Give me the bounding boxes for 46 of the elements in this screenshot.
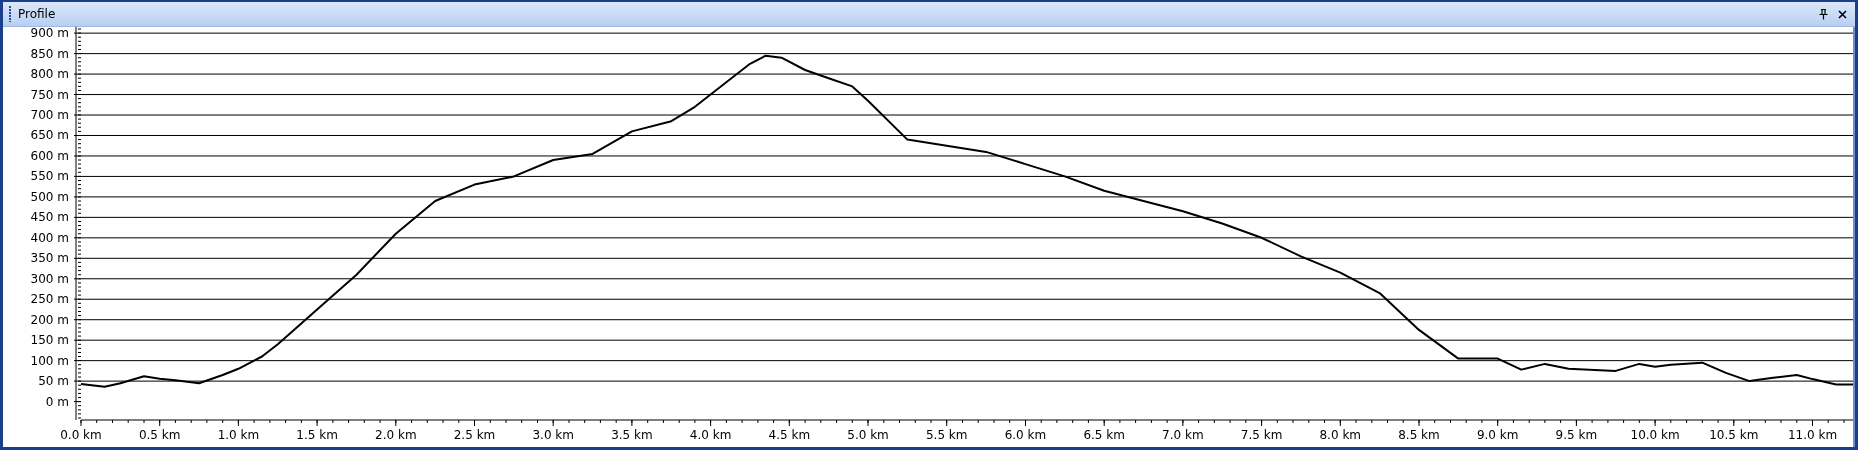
axis-label: 0 m (45, 394, 69, 409)
axis-label: 4.5 km (768, 428, 811, 442)
axis-label: 50 m (38, 374, 69, 389)
axis-label: 11.0 km (1787, 428, 1838, 442)
axis-label: 200 m (30, 312, 69, 327)
axis-label: 800 m (30, 67, 69, 82)
axis-label: 900 m (30, 27, 69, 41)
axis-label: 8.5 km (1398, 428, 1440, 442)
axis-label: 2.5 km (453, 428, 496, 442)
window-title: Profile (18, 7, 57, 21)
close-icon[interactable] (1836, 7, 1849, 21)
pin-icon[interactable] (1817, 6, 1830, 22)
axis-label: 850 m (30, 46, 69, 61)
axis-label: 400 m (30, 230, 69, 245)
axis-label: 550 m (30, 169, 69, 184)
axis-label: 5.0 km (847, 428, 889, 442)
axis-label: 450 m (30, 210, 69, 225)
axis-label: 9.5 km (1555, 428, 1598, 442)
axis-label: 1.0 km (217, 428, 260, 442)
axis-label: 150 m (30, 333, 69, 348)
axis-label: 8.0 km (1319, 428, 1362, 442)
axis-label: 650 m (30, 128, 69, 143)
axis-label: 4.0 km (689, 428, 732, 442)
axis-label: 5.5 km (926, 428, 968, 442)
axis-label: 2.0 km (375, 428, 417, 442)
axis-label: 500 m (30, 189, 69, 204)
axis-label: 350 m (30, 251, 69, 266)
axis-label: 100 m (30, 353, 69, 368)
axis-label: 7.0 km (1162, 428, 1204, 442)
axis-label: 0.5 km (138, 428, 181, 442)
axis-label: 6.5 km (1083, 428, 1125, 442)
axis-label: 300 m (30, 271, 69, 286)
axis-label: 0.0 km (60, 428, 102, 442)
axis-label: 3.0 km (532, 428, 574, 442)
axis-label: 7.5 km (1240, 428, 1283, 442)
grip-icon[interactable] (9, 6, 12, 22)
axis-label: 750 m (30, 87, 69, 102)
axis-label: 3.5 km (611, 428, 653, 442)
axis-label: 9.0 km (1476, 428, 1519, 442)
axis-label: 1.5 km (296, 428, 338, 442)
axis-label: 10.5 km (1709, 428, 1759, 442)
axis-label: 700 m (30, 108, 69, 122)
axis-label: 600 m (30, 148, 69, 163)
axis-label: 250 m (30, 292, 69, 307)
axis-label: 6.0 km (1004, 428, 1047, 442)
axis-label: 10.0 km (1630, 428, 1680, 442)
